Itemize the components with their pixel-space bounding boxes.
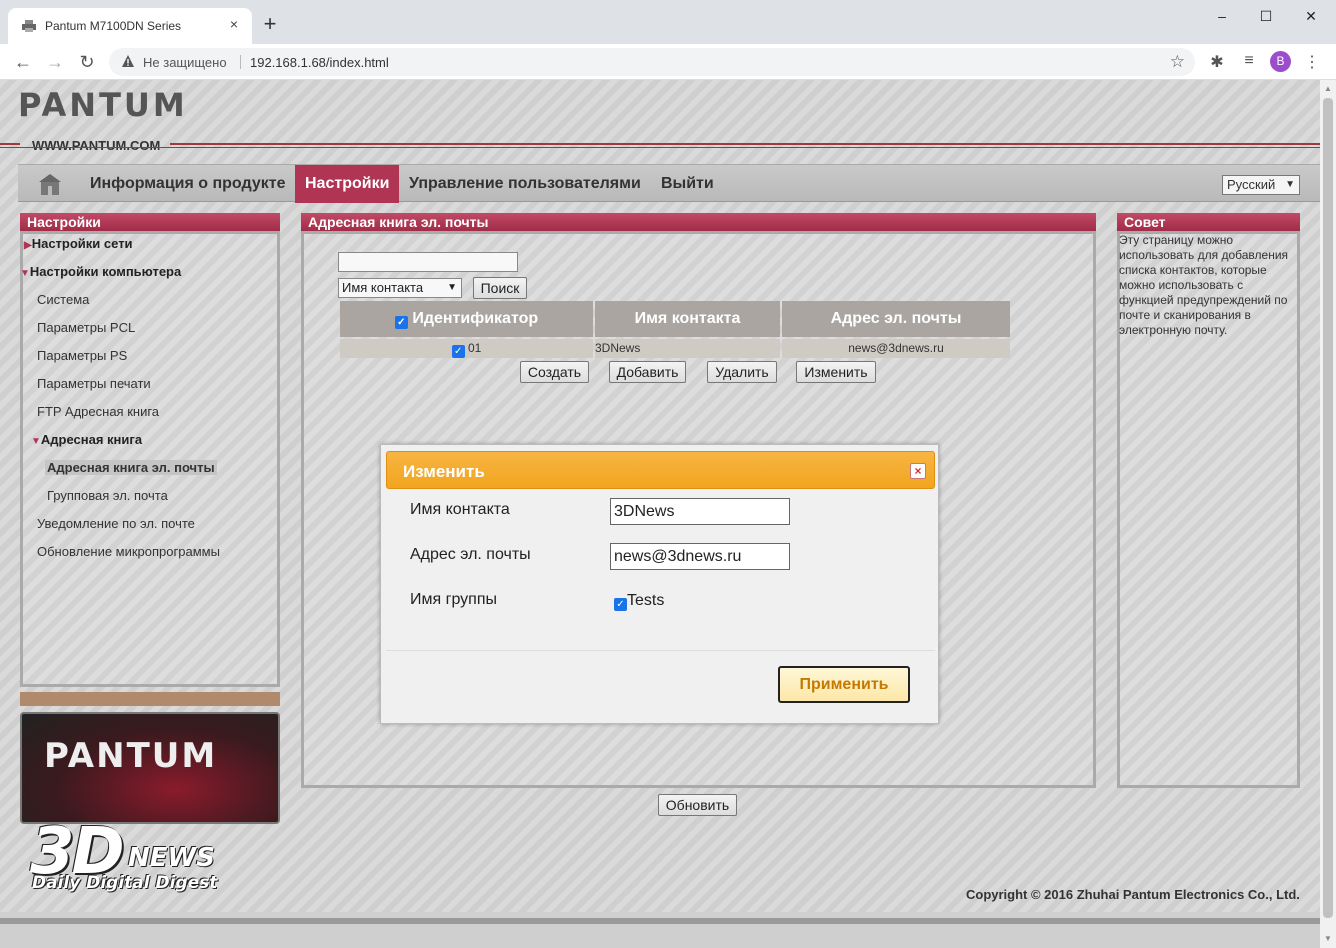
table-cell-id: ✓ 01 — [340, 339, 593, 358]
tip-title: Совет — [1117, 213, 1300, 231]
group-name-label: Имя группы — [410, 591, 497, 608]
edit-button[interactable]: Изменить — [796, 361, 876, 383]
watermark-tagline: Daily Digital Digest — [32, 873, 218, 893]
warning-icon — [122, 55, 134, 67]
header-line — [0, 147, 1320, 148]
scroll-down-icon[interactable]: ▼ — [1323, 934, 1333, 944]
browser-tab[interactable]: Pantum M7100DN Series × — [8, 8, 252, 44]
menu-icon[interactable]: ⋮ — [1302, 52, 1322, 72]
site-url: WWW.PANTUM.COM — [32, 138, 161, 153]
language-select[interactable]: Русский ▼ — [1222, 175, 1300, 195]
3dnews-watermark: 3D NEWS Daily Digital Digest — [18, 815, 258, 935]
apply-button[interactable]: Применить — [778, 666, 910, 703]
dialog-header: Изменить × — [386, 451, 935, 489]
chevron-down-icon: ▼ — [1285, 179, 1295, 190]
table-header-id[interactable]: ✓ Идентификатор — [340, 301, 593, 337]
printer-favicon-icon — [22, 20, 36, 32]
table-cell-email: news@3dnews.ru — [782, 339, 1010, 358]
sidebar-item-network[interactable]: ▶Настройки сети — [24, 236, 133, 251]
create-button[interactable]: Создать — [520, 361, 589, 383]
security-warning[interactable]: Не защищено — [143, 55, 227, 70]
dialog-divider — [386, 650, 935, 651]
header-line — [170, 143, 1320, 145]
header-line — [0, 143, 20, 145]
page-scrollbar[interactable]: ▲ ▼ — [1320, 80, 1336, 948]
sidebar-item-ftp[interactable]: FTP Адресная книга — [37, 404, 159, 419]
pantum-logo: PANTUM — [18, 86, 188, 124]
add-button[interactable]: Добавить — [609, 361, 686, 383]
search-button[interactable]: Поиск — [473, 277, 527, 299]
address-bar[interactable]: Не защищено 192.168.1.68/index.html ☆ — [109, 48, 1195, 76]
group-checkbox[interactable]: ✓ — [614, 598, 627, 611]
table-cell-name: 3DNews — [595, 339, 780, 358]
tab-title: Pantum M7100DN Series — [45, 19, 182, 33]
scroll-thumb[interactable] — [1323, 98, 1333, 918]
url-text[interactable]: 192.168.1.68/index.html — [250, 55, 389, 70]
sidebar-item-computer[interactable]: ▼Настройки компьютера — [20, 264, 181, 279]
email-label: Адрес эл. почты — [410, 546, 531, 563]
contact-name-field[interactable]: 3DNews — [610, 498, 790, 525]
sidebar-item-firmware[interactable]: Обновление микропрограммы — [37, 544, 220, 559]
close-window-button[interactable]: ✕ — [1295, 6, 1327, 26]
nav-product-info[interactable]: Информация о продукте — [80, 165, 295, 203]
sidebar-title: Настройки — [20, 213, 280, 231]
dialog-title: Изменить — [403, 462, 485, 481]
search-input[interactable] — [338, 252, 518, 272]
bookmark-star-icon[interactable]: ☆ — [1170, 52, 1185, 72]
nav-user-management[interactable]: Управление пользователями — [399, 165, 651, 203]
extensions-icon[interactable]: ✱ — [1207, 52, 1227, 72]
promo-logo: PANTUM — [44, 736, 218, 776]
group-option[interactable]: ✓ Tests — [614, 592, 664, 611]
table-header-email: Адрес эл. почты — [782, 301, 1010, 337]
media-queue-icon[interactable]: ≡ — [1239, 52, 1259, 70]
browser-toolbar: ← → ↻ Не защищено 192.168.1.68/index.htm… — [0, 44, 1336, 80]
promo-banner: PANTUM — [20, 712, 280, 824]
search-field-value: Имя контакта — [342, 280, 424, 295]
edit-dialog: Изменить × Имя контакта 3DNews Адрес эл.… — [380, 444, 939, 724]
search-field-select[interactable]: Имя контакта ▼ — [338, 278, 462, 298]
reload-icon[interactable]: ↻ — [76, 51, 98, 73]
main-title: Адресная книга эл. почты — [301, 213, 1096, 231]
sidebar-item-print[interactable]: Параметры печати — [37, 376, 151, 391]
sidebar-item-group-email[interactable]: Групповая эл. почта — [47, 488, 168, 503]
main-nav: Информация о продукте Настройки Управлен… — [18, 164, 1320, 203]
back-icon[interactable]: ← — [12, 51, 34, 73]
forward-icon[interactable]: → — [44, 51, 66, 73]
sidebar-item-email-notify[interactable]: Уведомление по эл. почте — [37, 516, 195, 531]
profile-avatar[interactable]: B — [1270, 51, 1291, 72]
language-value: Русский — [1227, 177, 1276, 192]
home-icon[interactable] — [38, 173, 62, 195]
scroll-up-icon[interactable]: ▲ — [1323, 84, 1333, 94]
sidebar-item-ps[interactable]: Параметры PS — [37, 348, 127, 363]
maximize-button[interactable]: ☐ — [1250, 6, 1282, 26]
new-tab-button[interactable]: + — [260, 13, 280, 35]
chevron-down-icon: ▼ — [447, 282, 457, 293]
tip-text: Эту страницу можно использовать для доба… — [1119, 233, 1289, 337]
sidebar-item-pcl[interactable]: Параметры PCL — [37, 320, 135, 335]
select-all-checkbox[interactable]: ✓ — [394, 316, 408, 329]
table-header-name: Имя контакта — [595, 301, 780, 337]
dialog-close-icon[interactable]: × — [910, 463, 926, 479]
sidebar-item-system[interactable]: Система — [37, 292, 89, 307]
group-option-label: Tests — [627, 592, 665, 609]
contact-name-label: Имя контакта — [410, 501, 510, 518]
sidebar-item-addressbook[interactable]: ▼Адресная книга — [31, 432, 142, 447]
minimize-button[interactable]: – — [1206, 6, 1238, 26]
sidebar-divider — [20, 692, 280, 706]
nav-logout[interactable]: Выйти — [651, 165, 724, 203]
sidebar-item-email-book[interactable]: Адресная книга эл. почты — [45, 460, 217, 475]
copyright: Copyright © 2016 Zhuhai Pantum Electroni… — [966, 887, 1300, 902]
row-checkbox[interactable]: ✓ — [451, 345, 465, 358]
omnibox-divider — [240, 55, 241, 69]
watermark-brand2: NEWS — [128, 843, 215, 873]
refresh-button[interactable]: Обновить — [658, 794, 737, 816]
browser-tabbar: Pantum M7100DN Series × + – ☐ ✕ — [0, 0, 1336, 44]
delete-button[interactable]: Удалить — [707, 361, 777, 383]
email-field[interactable]: news@3dnews.ru — [610, 543, 790, 570]
nav-settings[interactable]: Настройки — [295, 165, 400, 203]
tab-close-icon[interactable]: × — [226, 16, 242, 32]
